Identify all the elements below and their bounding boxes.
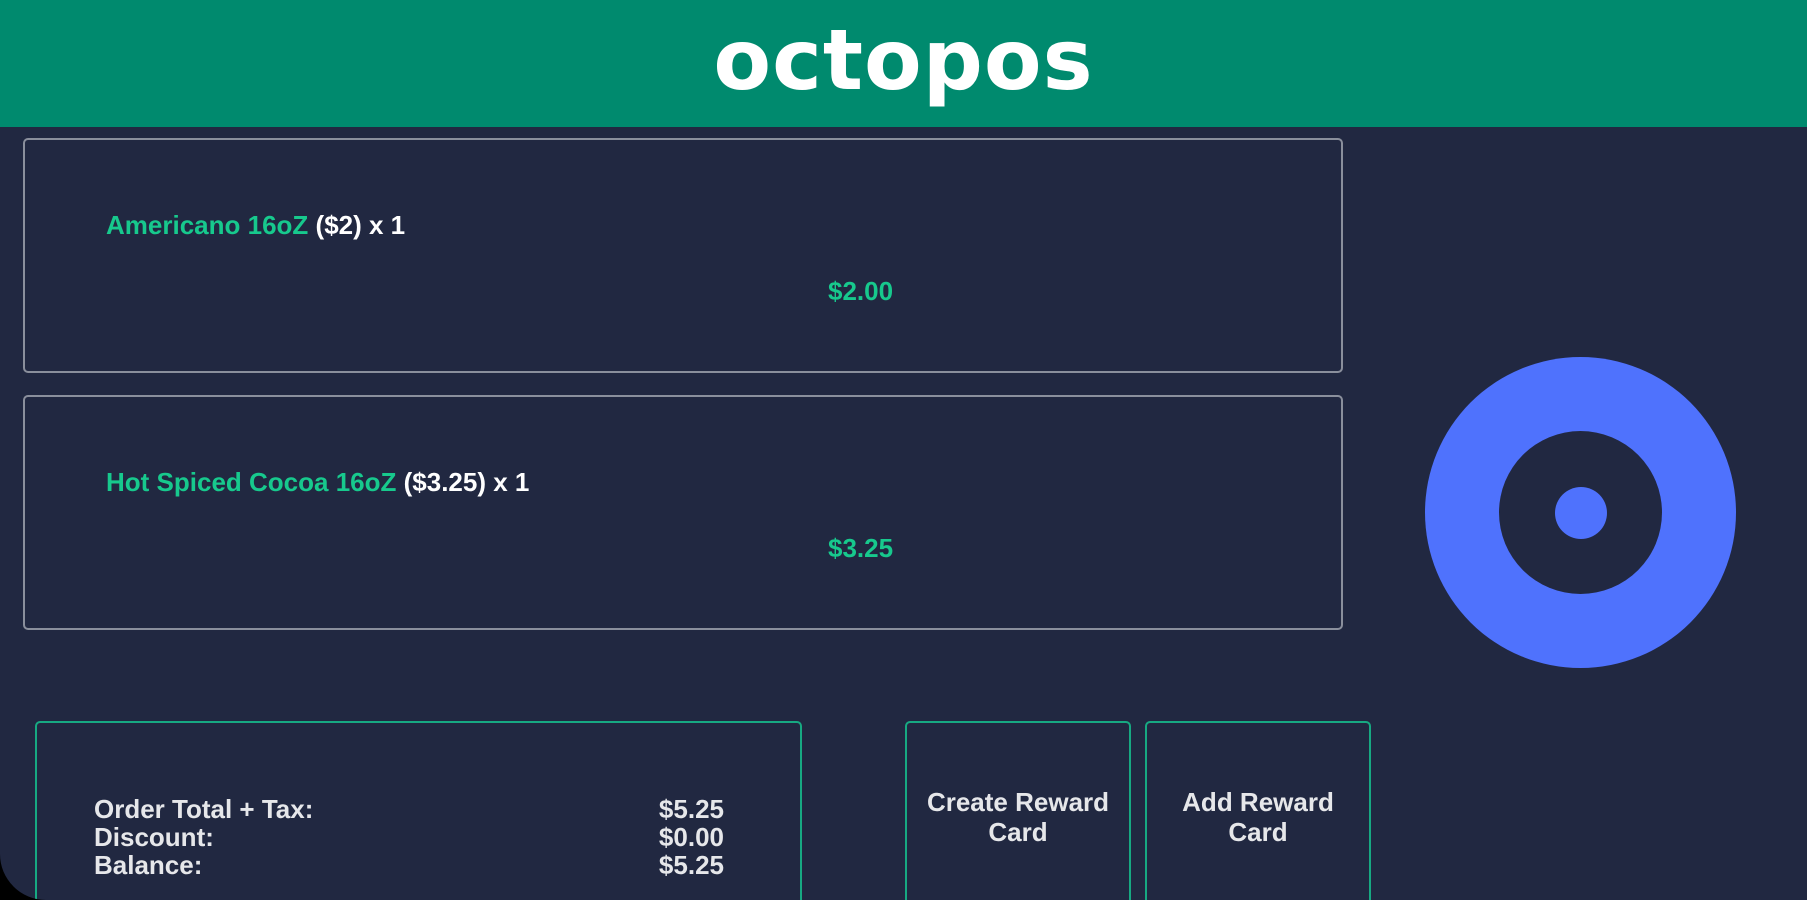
create-reward-card-label: Create Reward Card <box>926 787 1110 847</box>
pos-screen: octopos Americano 16oZ ($2) x 1 $2.00 Ho… <box>0 0 1807 900</box>
discount-value: $0.00 <box>658 822 724 852</box>
order-item-line: Americano 16oZ ($2) x 1 <box>106 210 405 241</box>
order-total-label: Order Total + Tax: <box>94 794 314 824</box>
order-item-unit-qty: ($2) x 1 <box>315 210 406 240</box>
order-item-line: Hot Spiced Cocoa 16oZ ($3.25) x 1 <box>106 467 529 498</box>
order-total-value: $5.25 <box>658 794 724 824</box>
order-item-card[interactable]: Americano 16oZ ($2) x 1 $2.00 <box>23 138 1343 373</box>
add-reward-card-button[interactable]: Add Reward Card <box>1145 721 1371 900</box>
octopos-logo: octopos <box>713 10 1094 109</box>
balance-value: $5.25 <box>658 850 724 880</box>
order-item-unit-qty: ($3.25) x 1 <box>403 467 530 497</box>
create-reward-card-button[interactable]: Create Reward Card <box>905 721 1131 900</box>
app-header: octopos <box>0 0 1807 127</box>
discount-label: Discount: <box>94 822 214 852</box>
balance-label: Balance: <box>94 850 203 880</box>
order-item-card[interactable]: Hot Spiced Cocoa 16oZ ($3.25) x 1 $3.25 <box>23 395 1343 630</box>
order-item-price: $2.00 <box>828 276 894 306</box>
target-ring-dot <box>1555 487 1607 539</box>
order-item-name: Hot Spiced Cocoa 16oZ <box>106 467 397 497</box>
add-reward-card-label: Add Reward Card <box>1182 787 1334 847</box>
target-ring-icon[interactable] <box>1425 357 1736 668</box>
order-totals-panel: Order Total + Tax: $5.25 Discount: $0.00… <box>35 721 802 900</box>
order-item-name: Americano 16oZ <box>106 210 309 240</box>
order-item-price: $3.25 <box>828 533 894 563</box>
